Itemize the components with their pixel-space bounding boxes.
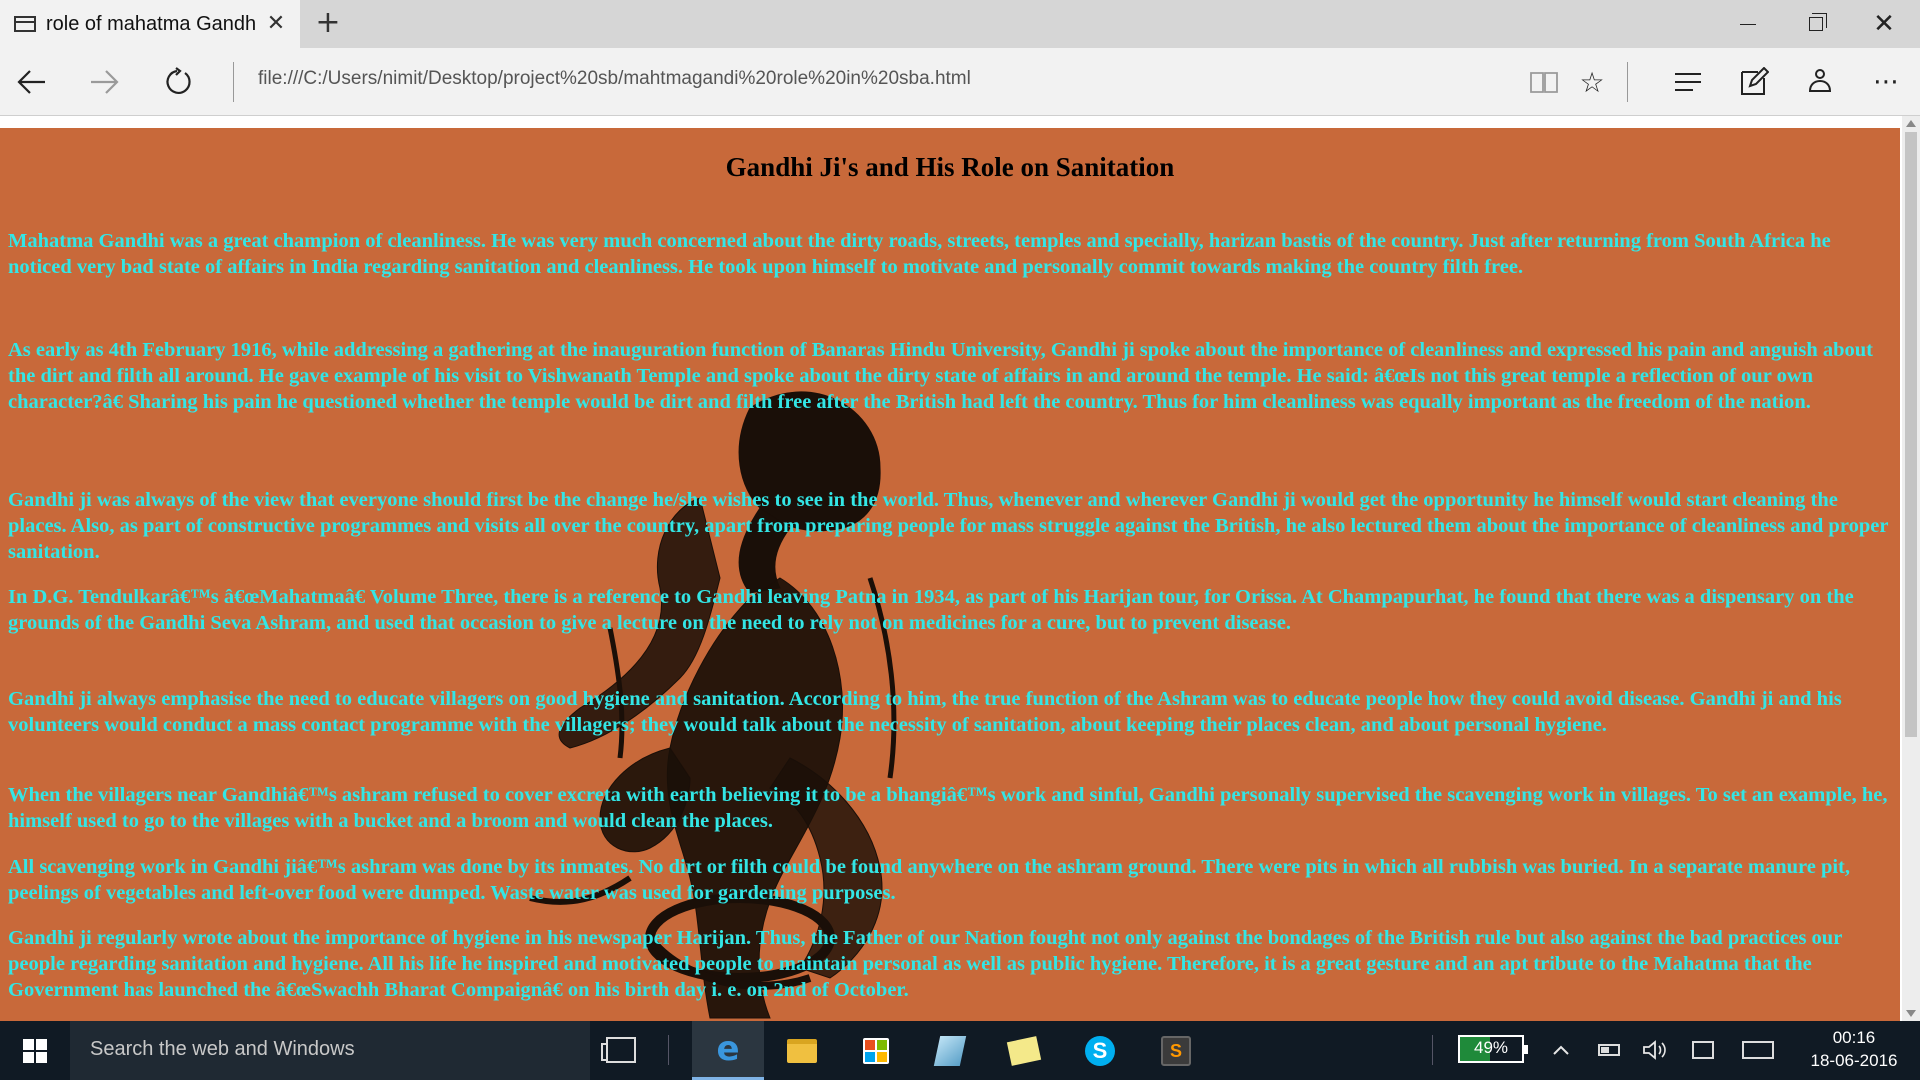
paragraph-6: When the villagers near Gandhiâ€™s ashra… [8, 784, 1888, 832]
search-placeholder: Search the web and Windows [90, 1038, 355, 1060]
tab-strip: role of mahatma Gandh ✕ + ✕ [0, 0, 1920, 48]
forward-arrow-icon [91, 70, 119, 94]
reading-view-button[interactable] [1524, 62, 1564, 102]
hub-icon [1675, 73, 1701, 91]
tab-active[interactable]: role of mahatma Gandh ✕ [0, 0, 300, 48]
edge-icon: e [716, 1029, 740, 1069]
refresh-button[interactable] [158, 62, 198, 102]
battery-percent: 49% [1473, 1038, 1509, 1057]
share-button[interactable] [1800, 62, 1840, 102]
scroll-up-arrow-icon[interactable] [1906, 120, 1916, 127]
taskbar-app-photos[interactable] [914, 1021, 986, 1080]
sublime-text-icon: S [1161, 1035, 1191, 1066]
toolbar-separator [1627, 62, 1628, 102]
tab-close-icon[interactable]: ✕ [264, 12, 288, 36]
tray-separator [1432, 1035, 1433, 1065]
vertical-scrollbar[interactable] [1902, 116, 1920, 1021]
minimize-button[interactable] [1714, 0, 1782, 48]
clock-date: 18-06-2016 [1810, 1051, 1898, 1070]
back-arrow-icon [17, 70, 45, 94]
share-icon [1808, 69, 1832, 92]
scrollbar-thumb[interactable] [1905, 132, 1917, 737]
restore-button[interactable] [1782, 0, 1850, 48]
paragraph-7: All scavenging work in Gandhi jiâ€™s ash… [8, 856, 1850, 904]
more-button[interactable]: ⋯ [1866, 62, 1906, 102]
taskbar-clock[interactable]: 00:16 18-06-2016 [1794, 1027, 1914, 1073]
paragraph-3: Gandhi ji was always of the view that ev… [8, 489, 1889, 563]
refresh-icon [166, 67, 191, 94]
forward-button[interactable] [84, 62, 124, 102]
action-center-icon[interactable] [1688, 1035, 1718, 1065]
paragraph-1: Mahatma Gandhi was a great champion of c… [8, 230, 1831, 278]
taskbar-app-skype[interactable]: S [1064, 1021, 1136, 1080]
taskbar-app-sticky-notes[interactable] [988, 1021, 1060, 1080]
keyboard-icon[interactable] [1740, 1035, 1776, 1065]
web-note-button[interactable] [1734, 62, 1774, 102]
scroll-down-arrow-icon[interactable] [1906, 1010, 1916, 1017]
paragraph-4: In D.G. Tendulkarâ€™s â€œMahatmaâ€ Volum… [8, 586, 1854, 634]
favorite-button[interactable]: ☆ [1572, 62, 1612, 102]
taskbar-app-store[interactable] [840, 1021, 912, 1080]
sticky-notes-icon [1006, 1035, 1042, 1066]
minimize-icon [1740, 23, 1756, 25]
paragraph-8: Gandhi ji regularly wrote about the impo… [8, 927, 1842, 1001]
page-icon [14, 16, 36, 32]
close-window-button[interactable]: ✕ [1850, 0, 1918, 48]
photos-icon [933, 1035, 967, 1066]
restore-icon [1809, 13, 1827, 31]
paragraph-5: Gandhi ji always emphasise the need to e… [8, 688, 1842, 736]
page-title: Gandhi Ji's and His Role on Sanitation [725, 152, 1175, 182]
browser-window: role of mahatma Gandh ✕ + ✕ file:///C:/U… [0, 0, 1920, 1080]
taskbar-app-sublime-text[interactable]: S [1140, 1021, 1212, 1080]
web-note-icon [1741, 67, 1769, 95]
address-bar[interactable]: file:///C:/Users/nimit/Desktop/project%2… [258, 68, 971, 90]
taskbar-app-file-explorer[interactable] [766, 1021, 838, 1080]
battery-icon[interactable] [1594, 1035, 1624, 1065]
start-button[interactable] [0, 1021, 70, 1080]
reading-view-icon [1530, 72, 1558, 93]
taskbar-search-box[interactable]: Search the web and Windows [70, 1021, 590, 1080]
tab-title: role of mahatma Gandh [46, 12, 257, 35]
paragraph-2: As early as 4th February 1916, while add… [8, 339, 1873, 413]
page-viewport: Gandhi Ji's and His Role on Sanitation M… [0, 116, 1920, 1021]
taskbar-separator [668, 1035, 669, 1065]
web-page: Gandhi Ji's and His Role on Sanitation M… [0, 128, 1900, 1021]
star-icon: ☆ [1579, 65, 1605, 99]
address-separator [233, 62, 234, 102]
hub-button[interactable] [1668, 62, 1708, 102]
taskbar: Search the web and Windows e S S 49% 00:… [0, 1021, 1920, 1080]
new-tab-button[interactable]: + [312, 8, 344, 40]
taskbar-app-edge[interactable]: e [692, 1021, 764, 1080]
close-icon: ✕ [1873, 9, 1895, 39]
skype-icon: S [1085, 1035, 1115, 1066]
more-icon: ⋯ [1873, 67, 1899, 97]
volume-icon[interactable] [1640, 1035, 1670, 1065]
battery-badge[interactable]: 49% [1458, 1035, 1528, 1063]
show-hidden-icons-chevron-icon[interactable] [1546, 1035, 1576, 1065]
clock-time: 00:16 [1832, 1028, 1876, 1047]
navigation-bar: file:///C:/Users/nimit/Desktop/project%2… [0, 48, 1920, 116]
back-button[interactable] [12, 62, 52, 102]
store-icon [863, 1037, 889, 1064]
file-explorer-icon [787, 1038, 817, 1063]
battery-nub [1524, 1045, 1528, 1054]
task-view-icon[interactable] [601, 1037, 636, 1063]
windows-logo-icon [23, 1038, 47, 1063]
